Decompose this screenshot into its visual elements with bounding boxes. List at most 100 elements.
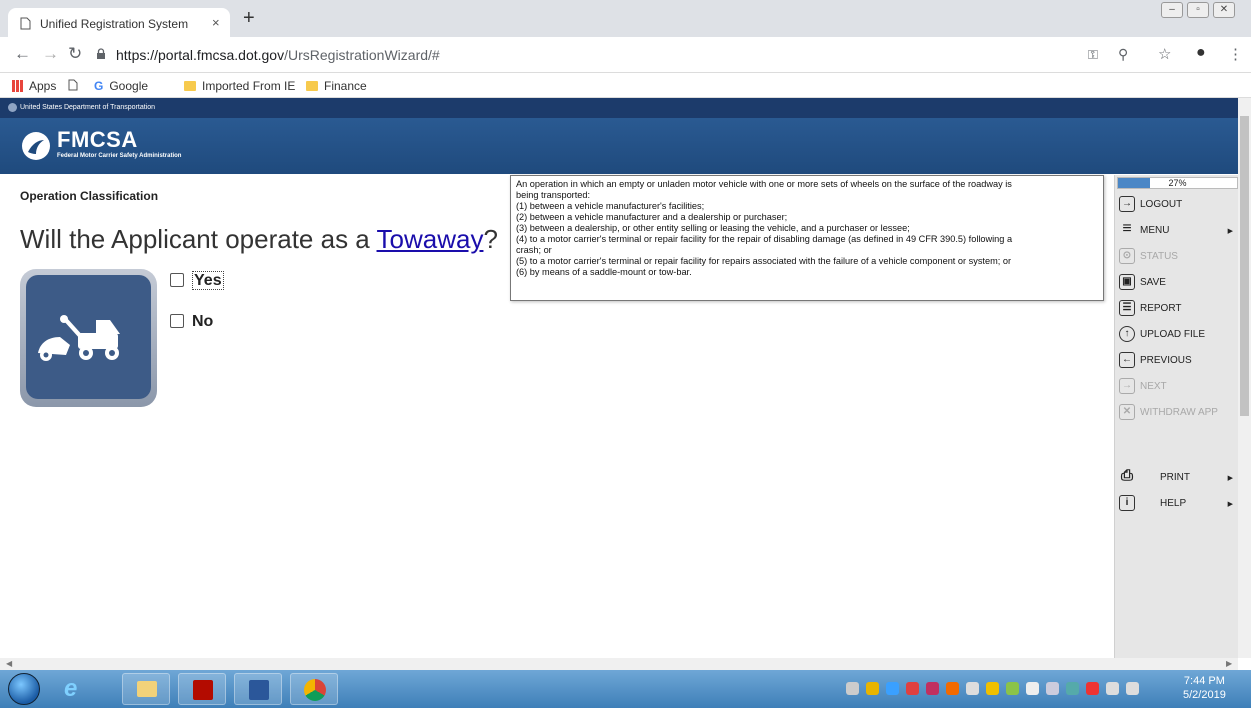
- help-icon: i: [1119, 495, 1135, 511]
- menu-item-label: HELP: [1160, 498, 1187, 509]
- tray-icon[interactable]: [986, 682, 999, 695]
- close-tab-icon[interactable]: ×: [212, 15, 220, 30]
- close-window-icon[interactable]: ✕: [1213, 2, 1235, 18]
- towaway-definition-tooltip: An operation in which an empty or unlade…: [510, 175, 1104, 301]
- minimize-icon[interactable]: –: [1161, 2, 1183, 18]
- no-label[interactable]: No: [192, 313, 213, 330]
- menu-item-withdraw-app[interactable]: ✕ WITHDRAW APP: [1118, 401, 1237, 425]
- acrobat-icon[interactable]: [178, 673, 226, 705]
- progress-bar: 27%: [1117, 177, 1238, 189]
- tooltip-line: (2) between a vehicle manufacturer and a…: [516, 212, 788, 222]
- tooltip-line: crash; or: [516, 245, 552, 255]
- yes-label[interactable]: Yes: [192, 271, 224, 290]
- network-icon[interactable]: [1106, 682, 1119, 695]
- yes-checkbox[interactable]: [170, 273, 184, 287]
- menu-item-report[interactable]: ☰ REPORT: [1118, 297, 1237, 321]
- back-icon[interactable]: ←: [14, 44, 31, 64]
- new-tab-button[interactable]: +: [243, 7, 255, 30]
- site-header: FMCSA Federal Motor Carrier Safety Admin…: [0, 118, 1238, 174]
- option-no[interactable]: No: [170, 313, 213, 331]
- tray-icon[interactable]: [1026, 682, 1039, 695]
- scroll-left-icon[interactable]: ◀: [6, 659, 12, 668]
- tray-icon[interactable]: [886, 682, 899, 695]
- towaway-link[interactable]: Towaway: [377, 224, 484, 254]
- signal-icon[interactable]: [966, 682, 979, 695]
- tray-icon[interactable]: [906, 682, 919, 695]
- horizontal-scrollbar[interactable]: ◀ ▶: [0, 658, 1238, 670]
- fmcsa-logo-subtitle: Federal Motor Carrier Safety Administrat…: [57, 153, 182, 159]
- dot-seal-icon: [8, 103, 17, 112]
- bookmark-star-icon[interactable]: ☆: [1158, 45, 1171, 63]
- windows-taskbar: e 7:44 PM 5/2/2019: [0, 670, 1251, 708]
- page-icon: [20, 17, 31, 35]
- reload-icon[interactable]: ↻: [68, 44, 82, 64]
- forward-icon[interactable]: →: [42, 44, 59, 64]
- page-icon[interactable]: [68, 79, 78, 94]
- apps-grid-icon: [12, 80, 24, 92]
- bookmark-apps[interactable]: Apps: [12, 79, 56, 93]
- print-icon: ⎙: [1120, 467, 1133, 484]
- menu-icon: ≡: [1122, 220, 1132, 237]
- tooltip-line: (4) to a motor carrier's terminal or rep…: [516, 234, 1013, 244]
- progress-fill: [1118, 178, 1151, 188]
- question-suffix: ?: [483, 224, 498, 254]
- menu-item-label: WITHDRAW APP: [1140, 407, 1218, 418]
- menu-item-label: MENU: [1140, 225, 1170, 236]
- menu-item-next[interactable]: → NEXT: [1118, 375, 1237, 399]
- browser-tab-strip: Unified Registration System × + – ▫ ✕: [0, 0, 1251, 37]
- word-icon[interactable]: [234, 673, 282, 705]
- bookmark-finance[interactable]: Finance: [306, 79, 367, 93]
- browser-tab[interactable]: Unified Registration System ×: [8, 8, 230, 37]
- tray-icon[interactable]: [1006, 682, 1019, 695]
- google-icon: G: [94, 79, 104, 93]
- clock-date: 5/2/2019: [1183, 689, 1226, 701]
- menu-item-save[interactable]: ▣ SAVE: [1118, 271, 1237, 295]
- menu-item-menu[interactable]: ≡ MENU ▶: [1118, 219, 1237, 243]
- question-prefix: Will the Applicant operate as a: [20, 224, 377, 254]
- vertical-scrollbar[interactable]: [1238, 98, 1251, 658]
- bookmark-label: Google: [109, 79, 149, 93]
- tray-icon[interactable]: [866, 682, 879, 695]
- tray-icon[interactable]: [1086, 682, 1099, 695]
- menu-item-previous[interactable]: ← PREVIOUS: [1118, 349, 1237, 373]
- scrollbar-thumb[interactable]: [1240, 116, 1249, 416]
- start-button-icon[interactable]: [8, 673, 40, 705]
- tow-truck-tile: [20, 269, 157, 407]
- key-icon[interactable]: ⚿: [1088, 47, 1098, 63]
- bookmarks-bar: Apps G Google Imported From IE Finance: [0, 73, 1251, 98]
- menu-item-upload-file[interactable]: ↑ UPLOAD FILE: [1118, 323, 1237, 347]
- bookmark-imported-from-ie[interactable]: Imported From IE: [184, 79, 295, 93]
- tooltip-line: An operation in which an empty or unlade…: [516, 179, 1012, 189]
- logout-icon: →: [1119, 196, 1135, 212]
- tray-icon[interactable]: [846, 682, 859, 695]
- tow-truck-icon: [38, 315, 120, 361]
- internet-explorer-icon[interactable]: e: [50, 673, 98, 705]
- lock-icon[interactable]: [96, 47, 106, 65]
- menu-item-status[interactable]: ⊙ STATUS: [1118, 245, 1237, 269]
- option-yes[interactable]: Yes: [170, 271, 224, 290]
- tray-icon[interactable]: [926, 682, 939, 695]
- profile-icon[interactable]: ●: [1196, 44, 1206, 62]
- scroll-right-icon[interactable]: ▶: [1226, 659, 1232, 668]
- status-icon: ⊙: [1119, 248, 1135, 264]
- tray-icon[interactable]: [1066, 682, 1079, 695]
- chrome-icon[interactable]: [290, 673, 338, 705]
- menu-item-print[interactable]: ⎙ PRINT ▶: [1118, 466, 1237, 490]
- tray-icon[interactable]: [1046, 682, 1059, 695]
- zoom-icon[interactable]: ⚲: [1118, 46, 1128, 63]
- previous-icon: ←: [1119, 352, 1135, 368]
- file-explorer-icon[interactable]: [122, 673, 170, 705]
- tooltip-line: (5) to a motor carrier's terminal or rep…: [516, 256, 1012, 266]
- volume-icon[interactable]: [1126, 682, 1139, 695]
- menu-item-logout[interactable]: → LOGOUT: [1118, 193, 1237, 217]
- menu-item-help[interactable]: i HELP ▶: [1118, 492, 1237, 516]
- fmcsa-logo-title[interactable]: FMCSA: [57, 127, 138, 153]
- no-checkbox[interactable]: [170, 314, 184, 328]
- taskbar-clock[interactable]: 7:44 PM 5/2/2019: [1183, 674, 1226, 702]
- more-menu-icon[interactable]: ⋮: [1228, 45, 1243, 63]
- maximize-icon[interactable]: ▫: [1187, 2, 1209, 18]
- tray-icon[interactable]: [946, 682, 959, 695]
- address-bar[interactable]: https://portal.fmcsa.dot.gov/UrsRegistra…: [116, 47, 440, 63]
- bookmark-google[interactable]: G Google: [94, 79, 148, 93]
- fmcsa-logo-icon[interactable]: [22, 132, 50, 160]
